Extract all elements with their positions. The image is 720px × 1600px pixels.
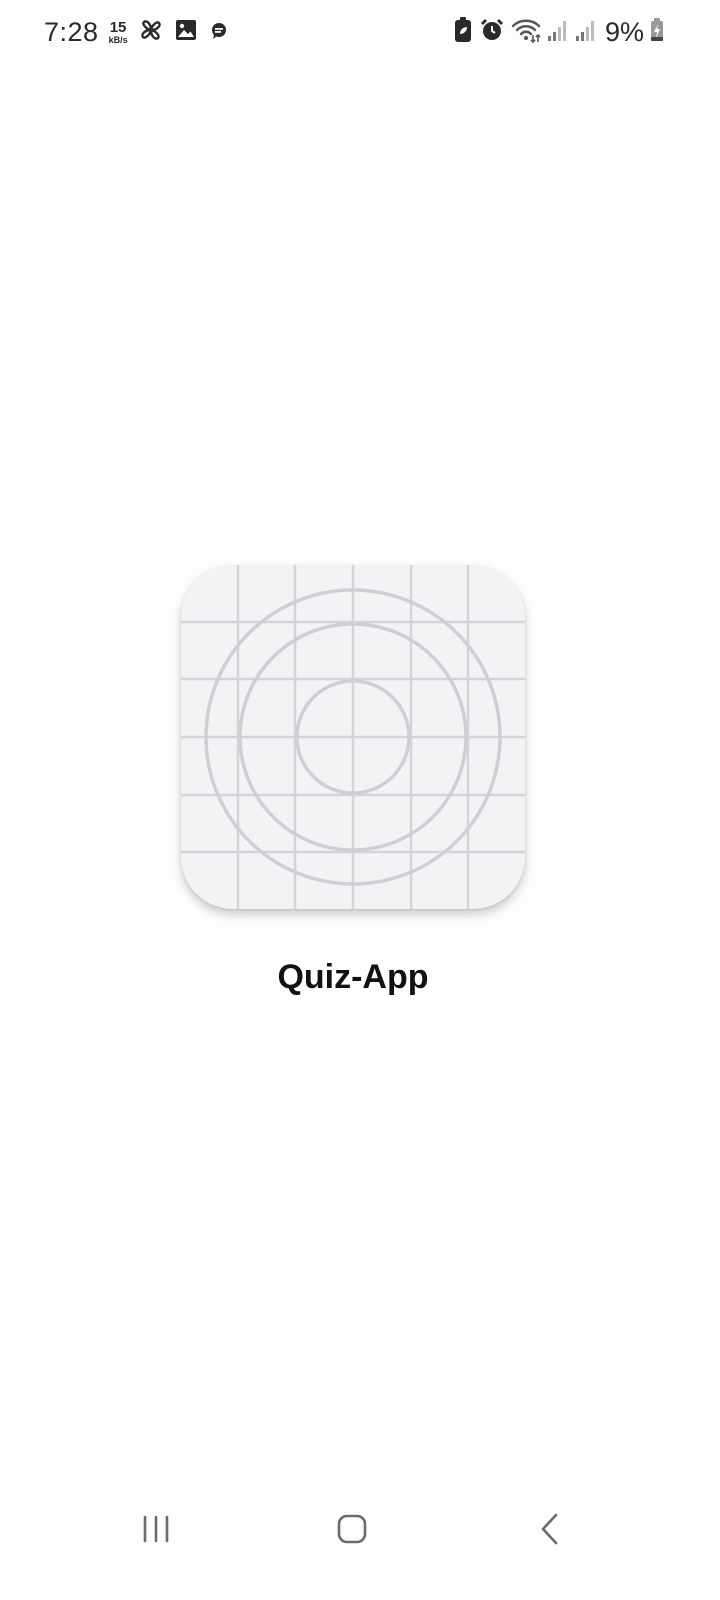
status-bar: 7:28 15 kB/s 9%	[0, 0, 720, 64]
navigation-bar	[0, 1490, 720, 1570]
app-name: Quiz-App	[277, 958, 429, 996]
clock: 7:28	[44, 16, 99, 47]
signal-icon	[575, 18, 597, 47]
pinwheel-icon	[138, 17, 164, 48]
gallery-icon	[174, 18, 198, 47]
status-bar-left: 7:28 15 kB/s	[44, 12, 230, 52]
recent-apps-icon	[143, 1515, 169, 1543]
status-bar-right: 9%	[447, 12, 664, 52]
home-button[interactable]	[322, 1504, 382, 1554]
back-icon	[541, 1513, 558, 1545]
app-icon-grid-graphic	[181, 565, 525, 909]
battery-charging-icon	[650, 17, 664, 47]
signal-icon	[547, 18, 569, 47]
network-speed-value: 15	[109, 18, 127, 36]
messenger-icon	[208, 19, 230, 46]
network-speed-unit: kB/s	[108, 34, 128, 45]
recent-apps-button[interactable]	[126, 1504, 186, 1554]
wifi-icon	[511, 17, 541, 48]
battery-saver-icon	[453, 16, 473, 48]
alarm-icon	[479, 17, 505, 48]
back-button[interactable]	[520, 1504, 580, 1554]
network-speed: 15 kB/s	[109, 20, 128, 45]
home-icon	[337, 1514, 367, 1544]
battery-percent: 9%	[604, 16, 644, 47]
app-icon	[181, 565, 525, 909]
splash-screen: 7:28 15 kB/s 9% Quiz-App	[0, 0, 720, 1600]
